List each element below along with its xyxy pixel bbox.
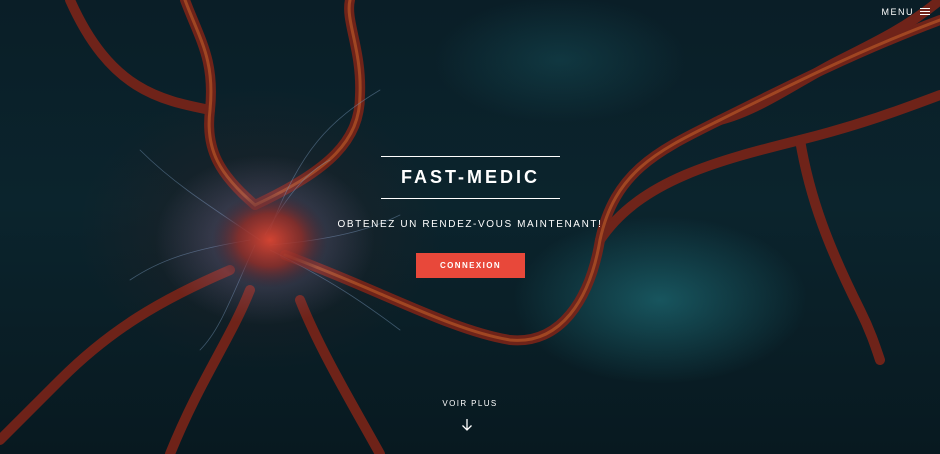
menu-button[interactable]: MENU [881,6,930,17]
arrow-down-icon[interactable] [460,418,474,432]
site-title-frame: FAST-MEDIC [381,156,560,199]
hero-subtitle: OBTENEZ UN RENDEZ-VOUS MAINTENANT! [337,219,603,230]
see-more-link[interactable]: VOIR PLUS [0,399,940,408]
site-title: FAST-MEDIC [400,167,540,187]
hamburger-icon [920,6,930,17]
hero-section: MENU FAST-MEDIC OBTENEZ UN RENDEZ-VOUS M… [0,0,940,454]
login-button[interactable]: CONNEXION [416,253,525,278]
menu-label: MENU [881,6,914,17]
